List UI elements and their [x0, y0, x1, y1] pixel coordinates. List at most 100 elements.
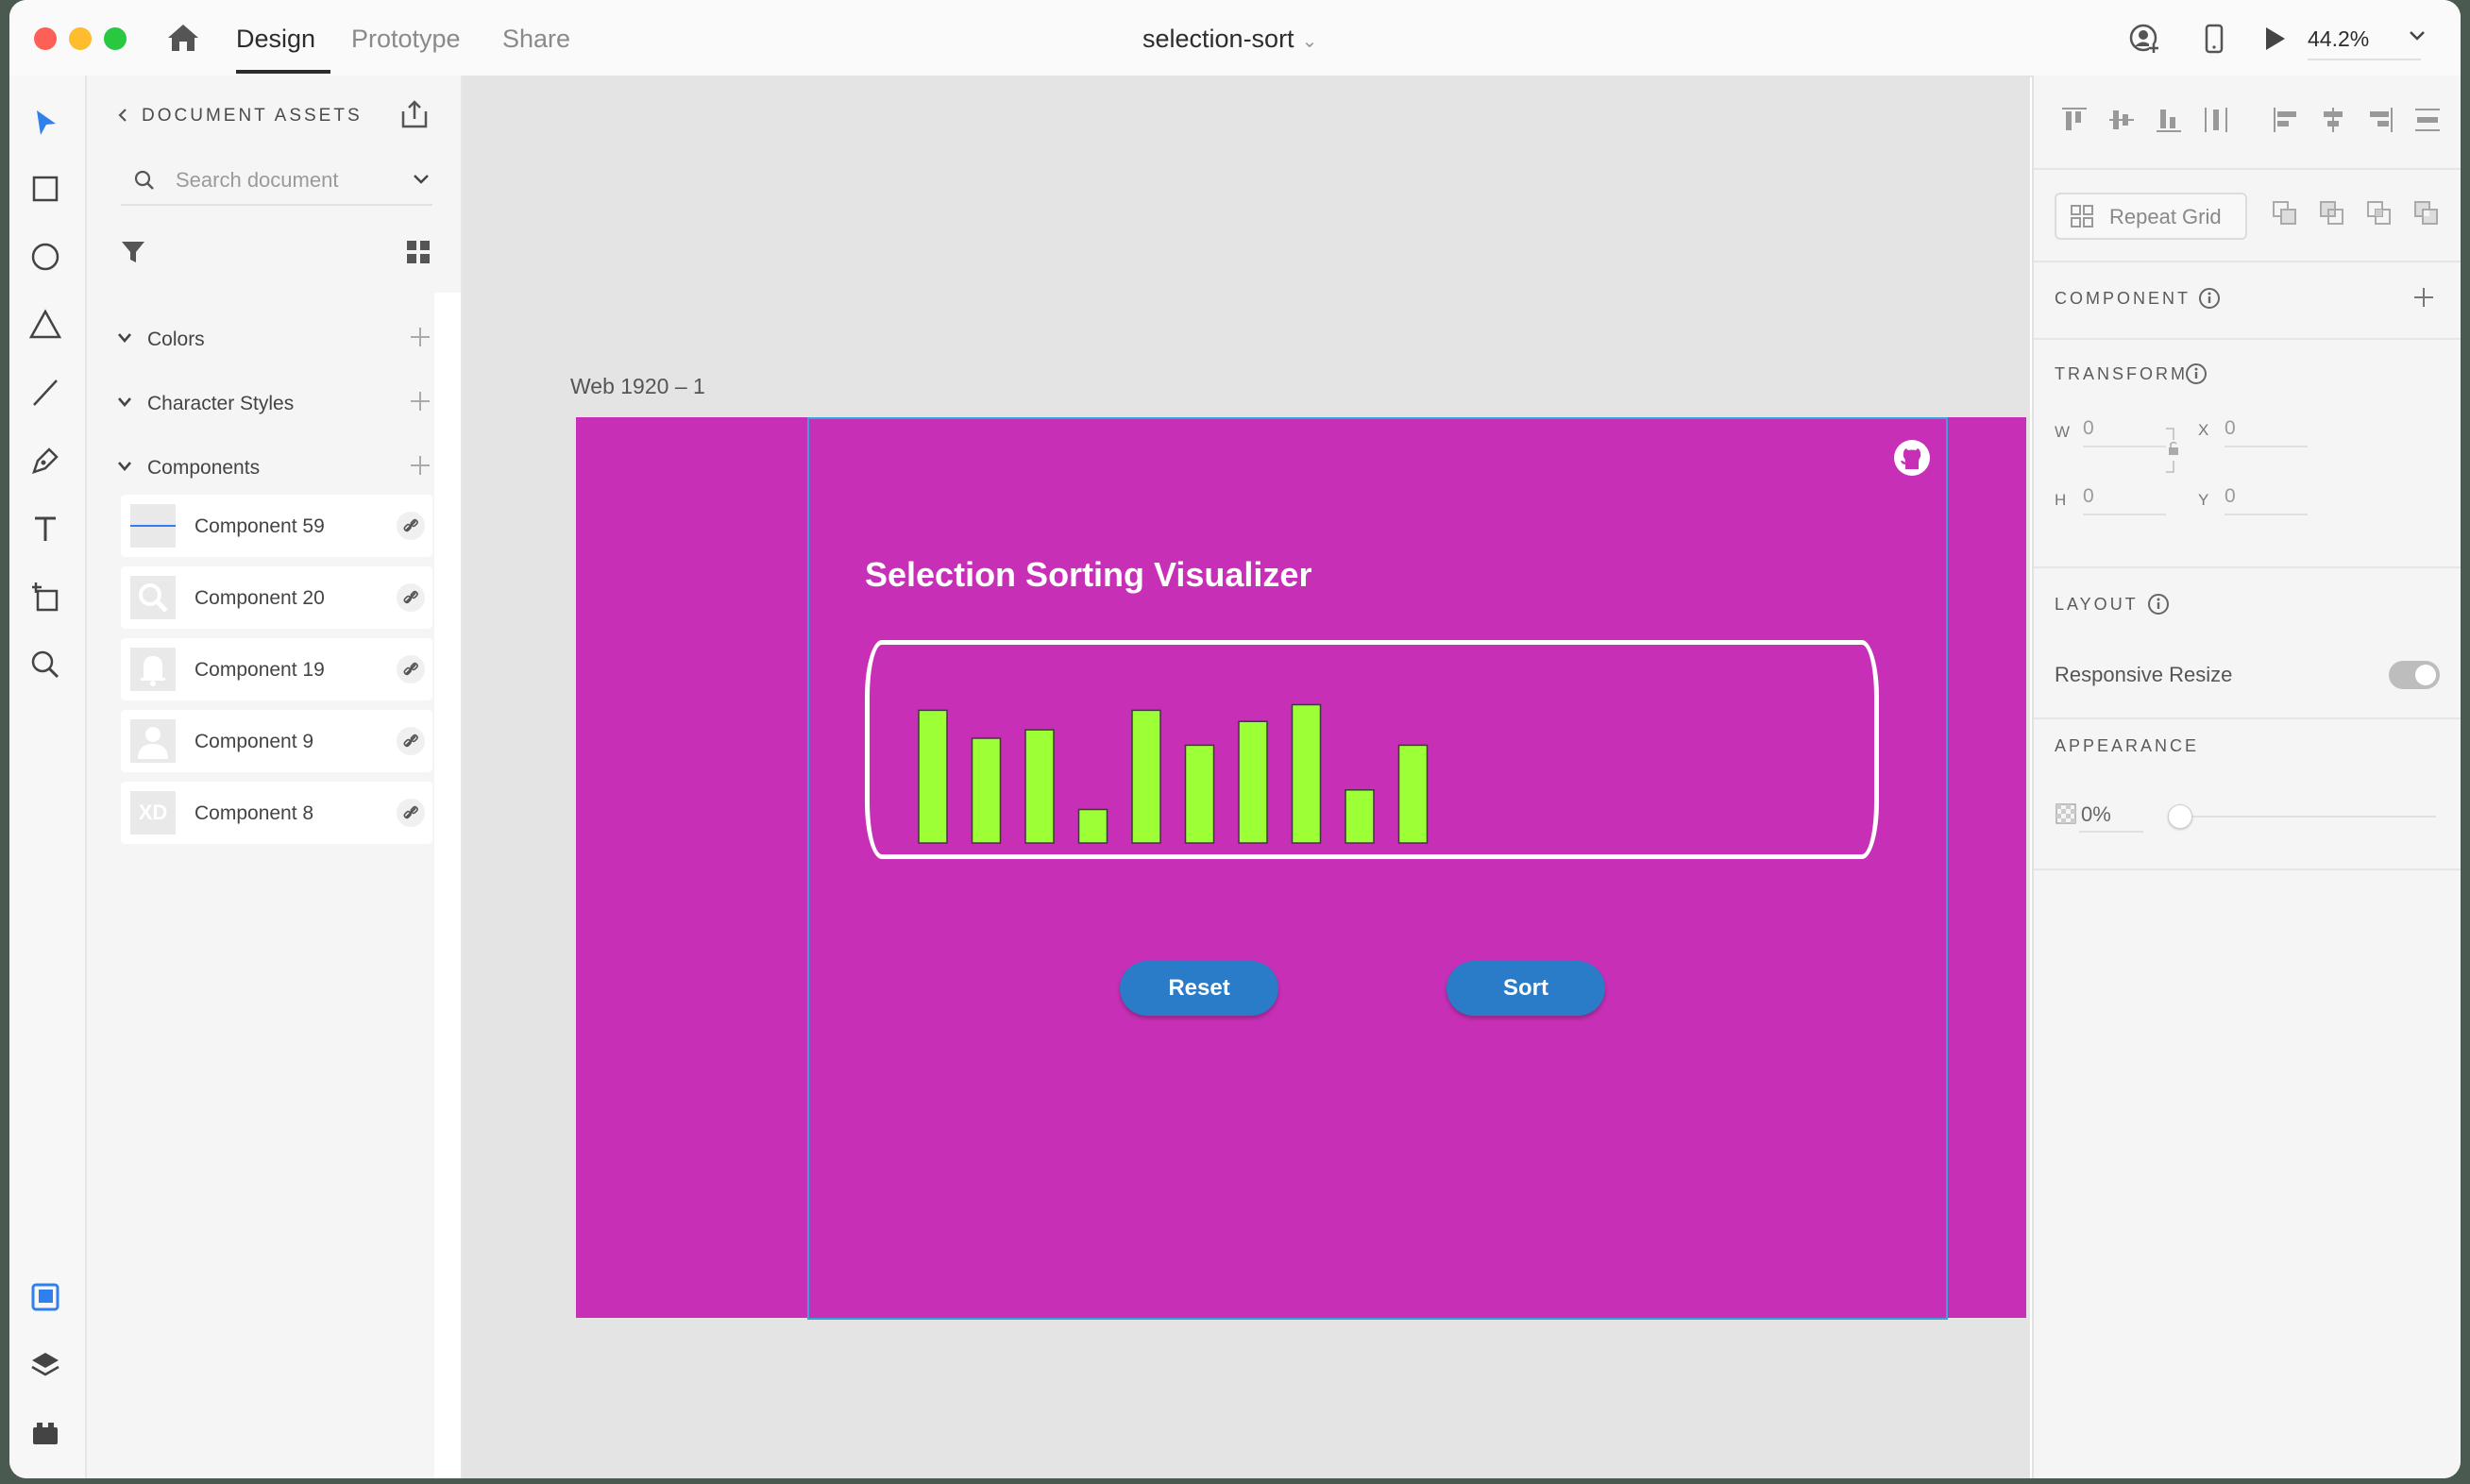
repeat-grid-button[interactable]: Repeat Grid: [2055, 193, 2247, 240]
layers-panel-icon[interactable]: [28, 1348, 62, 1382]
line-icon: [130, 504, 176, 548]
component-item[interactable]: Component 59: [121, 495, 432, 557]
component-item[interactable]: Component 20: [121, 566, 432, 629]
divider: [2034, 717, 2461, 719]
divider: [2034, 566, 2461, 568]
pen-tool-icon[interactable]: [28, 444, 62, 478]
link-icon[interactable]: [397, 799, 425, 827]
document-assets-panel: DOCUMENT ASSETS Search document Colors C…: [87, 76, 463, 1478]
tab-prototype[interactable]: Prototype: [351, 25, 461, 54]
minimize-window-button[interactable]: [69, 27, 92, 50]
opacity-slider-handle[interactable]: [2168, 804, 2192, 829]
align-center-icon[interactable]: [2317, 104, 2349, 136]
text-tool-icon[interactable]: [28, 512, 62, 546]
artboard-tool-icon[interactable]: [28, 580, 62, 614]
boolean-exclude-icon[interactable]: [2411, 198, 2442, 228]
add-character-style-icon[interactable]: [408, 389, 432, 413]
section-label: Colors: [147, 329, 205, 350]
document-title[interactable]: selection-sort ⌄: [1142, 25, 1317, 54]
link-icon[interactable]: [397, 727, 425, 755]
distribute-horizontal-icon[interactable]: [2411, 104, 2444, 136]
home-icon[interactable]: [166, 23, 200, 53]
colors-section[interactable]: Colors: [115, 323, 432, 357]
rectangle-tool-icon[interactable]: [28, 172, 62, 206]
add-color-icon[interactable]: [408, 325, 432, 349]
device-preview-icon[interactable]: [2198, 23, 2230, 55]
height-input[interactable]: 0: [2083, 485, 2166, 515]
chevron-down-icon[interactable]: [2406, 25, 2428, 47]
artboard-label[interactable]: Web 1920 – 1: [570, 374, 705, 399]
zoom-tool-icon[interactable]: [28, 648, 62, 682]
add-component-icon[interactable]: [408, 453, 432, 478]
artboard[interactable]: Selection Sorting Visualizer Reset Sort: [576, 417, 2026, 1320]
component-item[interactable]: Component 19: [121, 638, 432, 700]
sort-button[interactable]: Sort: [1446, 961, 1605, 1016]
transform-heading: TRANSFORM: [2055, 364, 2188, 383]
components-section[interactable]: Components: [115, 451, 432, 485]
add-component-icon[interactable]: [2411, 285, 2436, 310]
appearance-heading: APPEARANCE: [2055, 736, 2200, 755]
responsive-resize-toggle[interactable]: [2389, 661, 2440, 689]
select-tool-icon[interactable]: [28, 106, 62, 140]
array-bar: [1397, 744, 1429, 844]
search-icon: [130, 576, 176, 619]
tab-design[interactable]: Design: [236, 25, 315, 54]
github-icon[interactable]: [1892, 438, 1932, 478]
character-styles-section[interactable]: Character Styles: [115, 387, 432, 421]
boolean-add-icon[interactable]: [2270, 198, 2300, 228]
boolean-intersect-icon[interactable]: [2364, 198, 2394, 228]
x-input[interactable]: 0: [2225, 417, 2308, 447]
plugins-panel-icon[interactable]: [28, 1416, 62, 1450]
array-bar: [1131, 709, 1161, 844]
opacity-icon: [2056, 803, 2076, 824]
ellipse-tool-icon[interactable]: [28, 240, 62, 274]
align-middle-icon[interactable]: [2106, 104, 2138, 136]
link-icon[interactable]: [397, 583, 425, 612]
component-item[interactable]: Component 9: [121, 710, 432, 772]
svg-text:XD: XD: [139, 801, 168, 824]
link-icon[interactable]: [397, 655, 425, 683]
width-input[interactable]: 0: [2083, 417, 2166, 447]
invite-user-icon[interactable]: [2128, 23, 2160, 55]
reset-button[interactable]: Reset: [1120, 961, 1278, 1016]
align-top-icon[interactable]: [2058, 104, 2090, 136]
align-left-icon[interactable]: [2270, 104, 2302, 136]
align-bottom-icon[interactable]: [2153, 104, 2185, 136]
title-bar: Design Prototype Share selection-sort ⌄ 4…: [9, 0, 2461, 77]
opacity-input[interactable]: 0%: [2079, 802, 2143, 833]
chevron-down-icon[interactable]: [410, 168, 432, 191]
info-icon[interactable]: [2147, 593, 2170, 616]
zoom-level[interactable]: 44.2%: [2308, 26, 2369, 52]
play-preview-icon[interactable]: [2259, 23, 2291, 55]
assets-panel-icon[interactable]: [28, 1280, 62, 1314]
link-icon[interactable]: [397, 512, 425, 540]
design-canvas[interactable]: Web 1920 – 1 Selection Sorting Visualize…: [463, 76, 2030, 1478]
close-window-button[interactable]: [34, 27, 57, 50]
grid-view-icon[interactable]: [406, 240, 431, 264]
repeat-grid-icon: [2071, 205, 2093, 228]
opacity-slider-track[interactable]: [2179, 816, 2436, 818]
chevron-left-icon[interactable]: [115, 108, 130, 123]
user-icon: [130, 719, 176, 763]
align-right-icon[interactable]: [2364, 104, 2396, 136]
line-tool-icon[interactable]: [28, 376, 62, 410]
assets-scrollbar[interactable]: [434, 293, 461, 1478]
filter-icon[interactable]: [119, 238, 147, 266]
component-label: Component 19: [195, 659, 325, 681]
search-input[interactable]: [176, 164, 383, 196]
info-icon[interactable]: [2198, 287, 2221, 310]
bars-container[interactable]: [865, 640, 1879, 859]
search-document[interactable]: [121, 157, 432, 206]
y-input[interactable]: 0: [2225, 485, 2308, 515]
array-bar: [1077, 808, 1108, 844]
maximize-window-button[interactable]: [104, 27, 127, 50]
tab-share[interactable]: Share: [502, 25, 570, 54]
lock-aspect-icon[interactable]: [2162, 425, 2181, 476]
polygon-tool-icon[interactable]: [28, 308, 62, 342]
info-icon[interactable]: [2185, 363, 2208, 385]
distribute-vertical-icon[interactable]: [2200, 104, 2232, 136]
share-export-icon[interactable]: [398, 98, 431, 130]
component-item[interactable]: XD Component 8: [121, 782, 432, 844]
boolean-subtract-icon[interactable]: [2317, 198, 2347, 228]
component-label: Component 20: [195, 587, 325, 609]
